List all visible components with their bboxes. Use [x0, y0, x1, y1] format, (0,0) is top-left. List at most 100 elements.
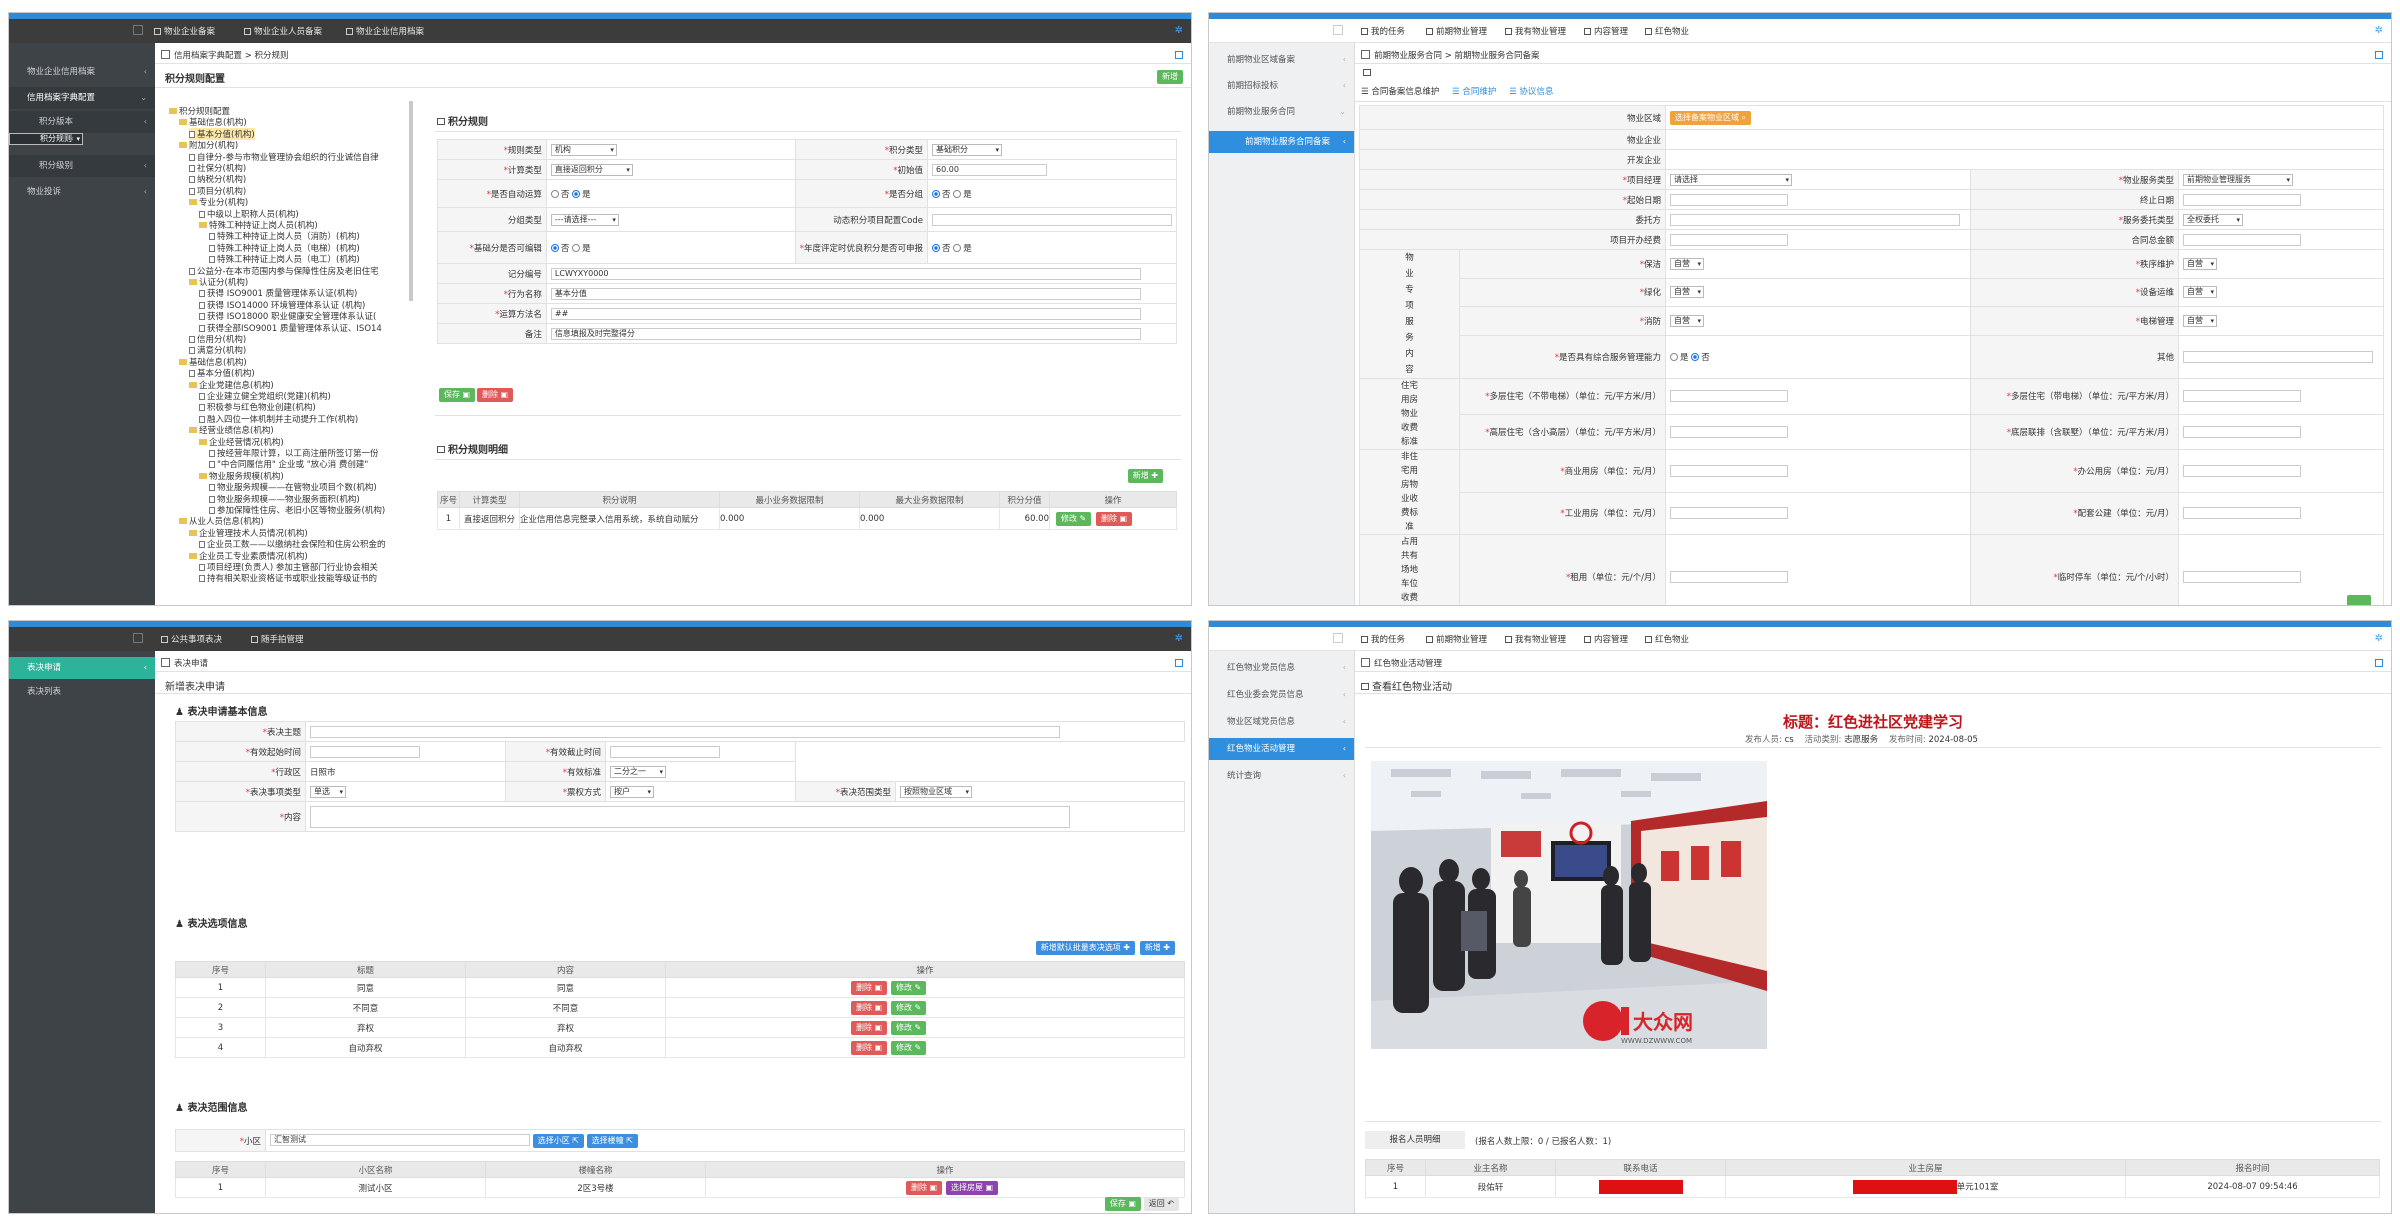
scope-type-select[interactable]: 按照物业区域	[900, 785, 972, 798]
tree-node[interactable]: 附加分(机构)	[179, 139, 238, 151]
batch-add-options-button[interactable]: 新增默认批量表决选项 ✚	[1035, 941, 1135, 955]
option-delete-button[interactable]: 删除 ▣	[851, 1001, 888, 1015]
fee-input[interactable]	[2183, 464, 2301, 477]
tree-node[interactable]: 特殊工种持证上岗人员（电梯）(机构)	[209, 242, 360, 254]
group-type-select[interactable]: ---请选择---	[550, 213, 619, 226]
tree-node[interactable]: 获得 ISO14000 环境管理体系认证 (机构)	[199, 299, 365, 311]
tree-node[interactable]: 物业服务规模——在管物业项目个数(机构)	[209, 481, 377, 493]
greening-select[interactable]: 自营	[1670, 286, 1704, 299]
sidebar-item[interactable]: 红色物业党员信息 ‹	[1209, 657, 1354, 679]
nav-item[interactable]: 我有物业管理	[1505, 25, 1566, 37]
nav-item[interactable]: 前期物业管理	[1426, 25, 1487, 37]
scope-delete-button[interactable]: 删除 ▣	[906, 1181, 943, 1195]
start-date-input[interactable]	[1670, 193, 1788, 206]
standard-select[interactable]: 二分之一	[610, 765, 666, 778]
tree-node[interactable]: 满意分(机构)	[189, 344, 246, 356]
sidebar-item[interactable]: 前期物业区域备案 ‹	[1209, 49, 1354, 71]
sidebar-item[interactable]: 信用档案字典配置 ⌄	[9, 87, 155, 109]
add-button[interactable]: 新增	[1157, 70, 1183, 84]
menu-toggle-icon[interactable]	[133, 25, 143, 35]
rule-type-select[interactable]: 机构	[550, 143, 617, 156]
nav-item[interactable]: 红色物业	[1645, 25, 1689, 37]
tree-node[interactable]: 特殊工种持证上岗人员(机构)	[199, 219, 318, 231]
tree-node[interactable]: 基本分值(机构)	[189, 127, 255, 140]
add-option-button[interactable]: 新增 ✚	[1139, 941, 1175, 955]
sidebar-item[interactable]: 红色业委会党员信息 ‹	[1209, 684, 1354, 706]
expand-icon[interactable]	[1175, 659, 1183, 667]
settings-icon[interactable]: ✲	[1175, 25, 1183, 36]
sidebar-item[interactable]: 统计查询 ‹	[1209, 765, 1354, 787]
tree-node[interactable]: 融入四位一体机制并主动提升工作(机构)	[199, 413, 358, 425]
delete-button[interactable]: 删除 ▣	[477, 388, 514, 402]
startup-fund-input[interactable]	[1670, 233, 1788, 246]
expand-icon[interactable]	[1175, 51, 1183, 59]
nav-item[interactable]: 物业企业人员备案	[244, 25, 322, 37]
cleaning-select[interactable]: 自营	[1670, 257, 1704, 270]
tree-node[interactable]: 纳税分(机构)	[189, 173, 246, 185]
tab-contract[interactable]: ☰ 合同维护	[1452, 87, 1496, 97]
auto-calc-no-radio[interactable]	[550, 189, 559, 198]
sidebar-item[interactable]: 物业投诉 ‹	[9, 181, 155, 203]
score-type-select[interactable]: 基础积分	[932, 143, 1002, 156]
tree-node[interactable]: 经营业绩信息(机构)	[189, 424, 274, 436]
method-input[interactable]: ##	[550, 307, 1141, 320]
sidebar-subitem-active[interactable]: 积分规则 ‹	[9, 133, 83, 145]
calc-type-select[interactable]: 直接返回积分	[550, 163, 633, 176]
fee-input[interactable]	[2183, 571, 2301, 583]
back-button[interactable]: 返回 ↶	[1143, 1197, 1179, 1211]
sidebar-item[interactable]: 表决列表	[9, 681, 155, 703]
tree-node[interactable]: "中合同履信用" 企业或 "放心消 费创建"	[209, 458, 368, 470]
tree-node[interactable]: 物业服务规模——物业服务面积(机构)	[209, 493, 360, 505]
nav-item[interactable]: 内容管理	[1584, 25, 1628, 37]
base-edit-yes-radio[interactable]	[572, 243, 581, 252]
tree-node[interactable]: 企业经营情况(机构)	[199, 436, 284, 448]
fee-input[interactable]	[1670, 507, 1788, 520]
select-area-button[interactable]: 选择备案物业区域 ⌕	[1670, 110, 1752, 125]
tree-node[interactable]: 获得 ISO18000 职业健康安全管理体系认证(	[199, 310, 376, 322]
service-type-select[interactable]: 前期物业管理服务	[2183, 173, 2293, 186]
subject-input[interactable]	[310, 725, 1060, 738]
total-amount-input[interactable]	[2183, 233, 2301, 246]
annual-no-radio[interactable]	[932, 243, 940, 252]
tree-node[interactable]: 信用分(机构)	[189, 333, 246, 345]
tree-node[interactable]: 企业员工专业素质情况(机构)	[189, 550, 308, 562]
fee-input[interactable]	[2183, 507, 2301, 520]
sidebar-item[interactable]: 前期物业服务合同 ⌄	[1209, 101, 1354, 123]
settings-icon[interactable]: ✲	[2375, 633, 2383, 644]
tree-node[interactable]: 特殊工种持证上岗人员（电工）(机构)	[209, 253, 360, 265]
behavior-input[interactable]: 基本分值	[550, 287, 1141, 300]
end-date-input[interactable]	[2183, 193, 2301, 206]
tree-node[interactable]: 企业建立健全党组织(党建)(机构)	[199, 390, 331, 402]
group-no-radio[interactable]	[932, 189, 940, 198]
content-textarea[interactable]	[310, 805, 1070, 828]
select-community-button[interactable]: 选择小区 ⇱	[532, 1133, 584, 1148]
sidebar-item[interactable]: 物业区域党员信息 ‹	[1209, 711, 1354, 733]
nav-item[interactable]: 公共事项表决	[161, 633, 222, 645]
tree-node[interactable]: 按经营年限计算，以工商注册所签订第一份	[209, 447, 379, 459]
fee-input[interactable]	[2183, 425, 2301, 438]
option-edit-button[interactable]: 修改 ✎	[891, 1001, 927, 1015]
expand-icon[interactable]	[2375, 659, 2383, 667]
vote-method-select[interactable]: 按户	[610, 785, 654, 798]
remark-input[interactable]: 信息填报及时完整得分	[550, 327, 1141, 340]
tree-node[interactable]: 获得 ISO9001 质量管理体系认证(机构)	[199, 287, 357, 299]
fee-input[interactable]	[1670, 571, 1788, 583]
fire-select[interactable]: 自营	[1670, 315, 1704, 328]
tree-node[interactable]: 公益分-在本市范围内参与保障性住房及老旧住宅	[189, 265, 379, 277]
option-edit-button[interactable]: 修改 ✎	[891, 1041, 927, 1055]
sidebar-item-active[interactable]: 前期物业服务合同备案 ‹	[1209, 131, 1354, 153]
nav-item[interactable]: 物业企业备案	[154, 25, 215, 37]
capability-no-radio[interactable]	[1691, 352, 1700, 361]
tree-node[interactable]: 从业人员信息(机构)	[179, 515, 264, 527]
nav-item[interactable]: 内容管理	[1584, 633, 1628, 645]
elevator-select[interactable]: 自营	[2183, 315, 2217, 328]
save-button[interactable]: 保存 ▣	[439, 388, 476, 402]
nav-item[interactable]: 红色物业	[1645, 633, 1689, 645]
select-building-button[interactable]: 选择楼幢 ⇱	[586, 1133, 638, 1148]
option-edit-button[interactable]: 修改 ✎	[891, 1021, 927, 1035]
option-edit-button[interactable]: 修改 ✎	[891, 981, 927, 995]
dynamic-code-input[interactable]	[932, 213, 1172, 226]
nav-item[interactable]: 我的任务	[1361, 25, 1405, 37]
menu-toggle-icon[interactable]	[1333, 633, 1343, 643]
tree-node[interactable]: 参加保障性住房、老旧小区等物业服务(机构)	[209, 504, 385, 516]
